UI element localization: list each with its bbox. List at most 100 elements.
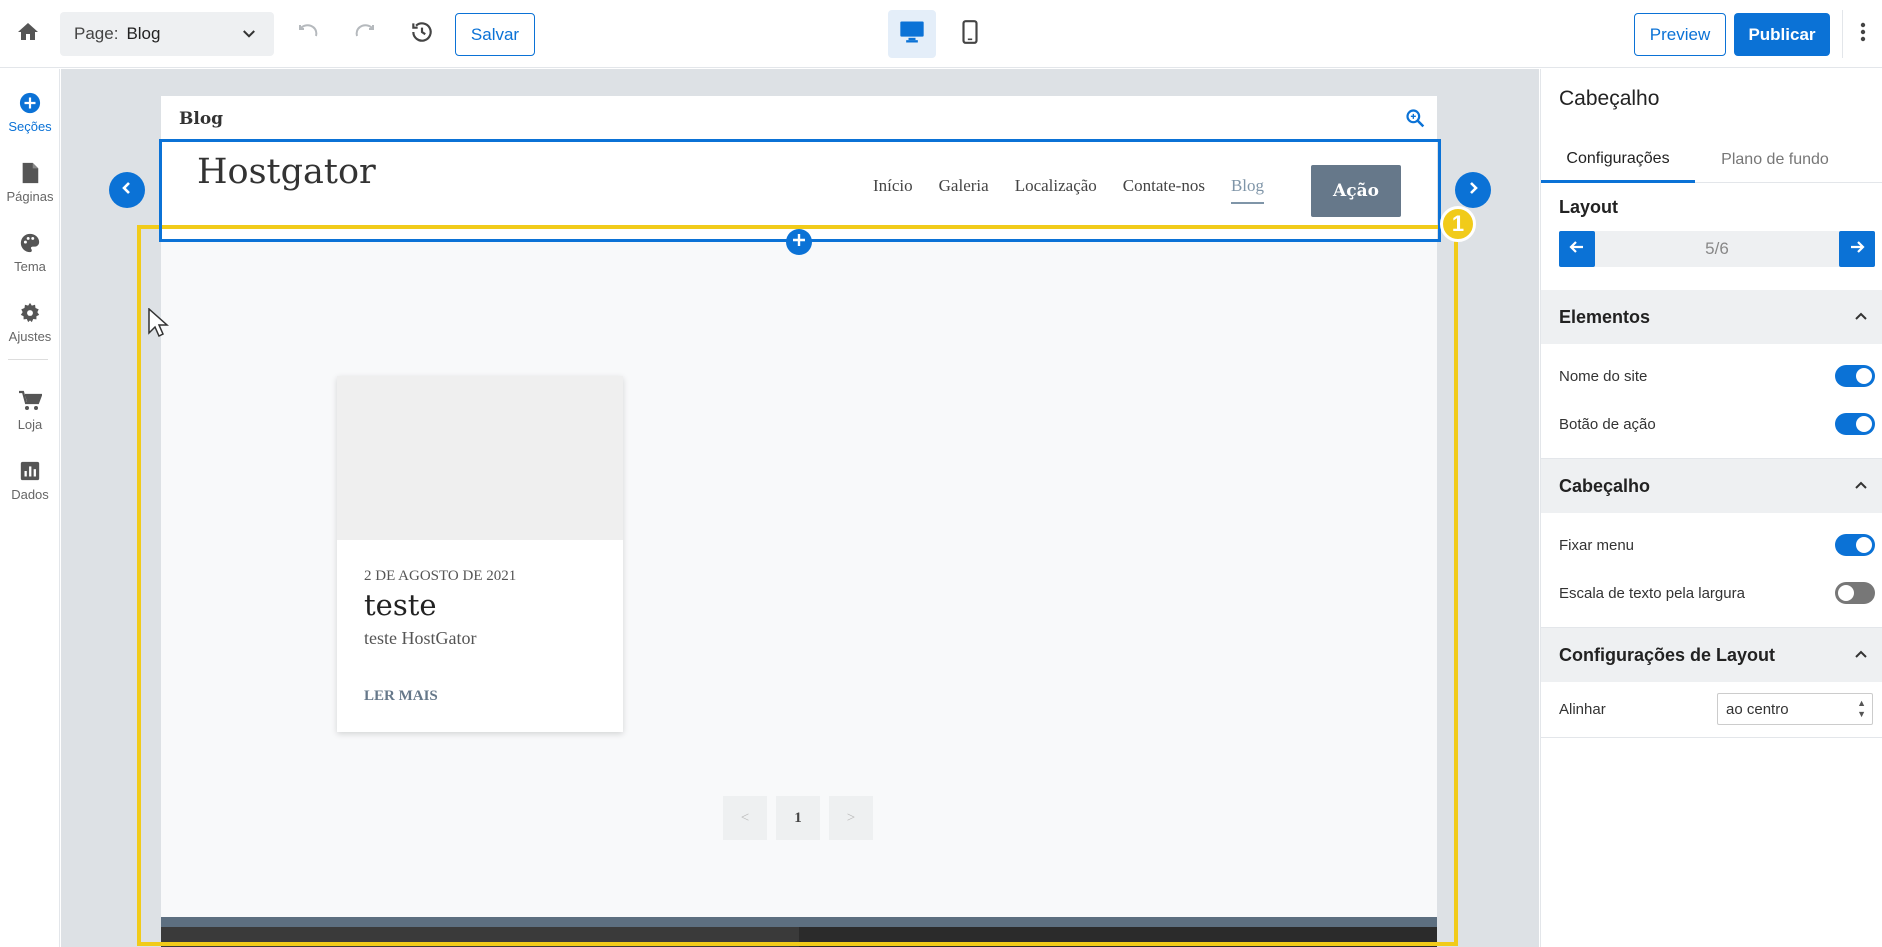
align-select[interactable]: ao centro ▲ ▼ — [1717, 693, 1873, 725]
setting-row-nome-do-site: Nome do site — [1559, 362, 1875, 390]
undo-button[interactable] — [288, 14, 328, 54]
rail-item-paginas[interactable]: Páginas — [0, 149, 60, 209]
nav-item-localizacao[interactable]: Localização — [1015, 176, 1097, 204]
palette-icon — [18, 231, 42, 255]
toggle-botao-de-acao[interactable] — [1835, 413, 1875, 435]
page-selector-value: Blog — [126, 24, 161, 43]
nav-item-contate-nos[interactable]: Contate-nos — [1123, 176, 1205, 204]
align-select-value: ao centro — [1726, 700, 1789, 718]
add-section-button[interactable] — [786, 229, 812, 255]
chevron-up-icon — [1853, 477, 1869, 498]
undo-icon — [296, 20, 320, 49]
rail-item-label: Páginas — [6, 189, 54, 204]
mobile-view-button[interactable] — [946, 10, 994, 58]
step-badge: 1 — [1440, 206, 1476, 242]
tab-plano-de-fundo[interactable]: Plano de fundo — [1695, 137, 1855, 183]
layout-switcher: 5/6 — [1559, 231, 1875, 267]
chevron-left-icon — [119, 180, 135, 201]
tab-configuracoes[interactable]: Configurações — [1541, 137, 1695, 183]
cart-icon — [18, 389, 42, 413]
divider — [1541, 737, 1882, 738]
preview-button[interactable]: Preview — [1634, 13, 1726, 56]
site-title[interactable]: Hostgator — [197, 152, 376, 192]
rail-item-label: Ajustes — [8, 329, 52, 344]
group-title: Cabeçalho — [1559, 476, 1651, 496]
post-image-placeholder[interactable] — [337, 376, 623, 540]
site-preview: Blog Hostgator Início Galeria Localizaçã… — [161, 96, 1437, 947]
group-cabecalho-header[interactable]: Cabeçalho — [1541, 459, 1882, 513]
blog-post-card[interactable]: 2 DE AGOSTO DE 2021 teste teste HostGato… — [337, 376, 623, 732]
site-footer-strip[interactable] — [161, 917, 1437, 947]
arrow-right-icon — [1848, 238, 1866, 261]
toggle-fixar-menu[interactable] — [1835, 534, 1875, 556]
pagination-next-button[interactable]: > — [829, 796, 873, 840]
chevron-down-icon — [240, 25, 258, 48]
plus-circle-icon — [18, 91, 42, 115]
rail-item-label: Tema — [14, 259, 46, 274]
more-options-button[interactable] — [1842, 10, 1882, 58]
panel-tabs: Configurações Plano de fundo — [1541, 137, 1882, 183]
rail-item-tema[interactable]: Tema — [0, 219, 60, 279]
rail-divider — [8, 359, 48, 360]
home-button[interactable] — [8, 14, 48, 54]
nav-item-blog[interactable]: Blog — [1230, 176, 1265, 204]
rail-item-dados[interactable]: Dados — [0, 447, 60, 507]
redo-button[interactable] — [345, 14, 385, 54]
rail-item-ajustes[interactable]: Ajustes — [0, 289, 60, 349]
setting-label: Escala de texto pela largura — [1559, 584, 1745, 602]
desktop-icon — [898, 18, 926, 51]
rail-item-label: Dados — [11, 487, 49, 502]
post-date: 2 DE AGOSTO DE 2021 — [364, 568, 517, 584]
chevron-right-icon — [1465, 180, 1481, 201]
properties-panel: Cabeçalho Configurações Plano de fundo L… — [1540, 69, 1882, 947]
setting-row-fixar-menu: Fixar menu — [1559, 531, 1875, 559]
layout-prev-button[interactable] — [1559, 231, 1595, 267]
pagination: < 1 > — [723, 796, 873, 840]
mobile-icon — [957, 19, 983, 50]
desktop-view-button[interactable] — [888, 10, 936, 58]
panel-title: Cabeçalho — [1559, 87, 1660, 110]
chevron-up-icon — [1853, 308, 1869, 329]
nav-item-inicio[interactable]: Início — [873, 176, 913, 204]
page-selector-label: Page: — [74, 24, 119, 43]
more-vertical-icon — [1860, 22, 1866, 47]
updown-arrows-icon: ▲ ▼ — [1857, 698, 1866, 719]
redo-icon — [353, 20, 377, 49]
left-navigation-rail: Seções Páginas Tema Ajustes Loja Dados — [0, 69, 60, 947]
pagination-page-1[interactable]: 1 — [776, 796, 820, 840]
setting-label: Fixar menu — [1559, 536, 1635, 554]
chevron-up-icon — [1853, 646, 1869, 667]
publish-button[interactable]: Publicar — [1734, 13, 1830, 56]
site-top-strip[interactable]: Blog — [161, 96, 1437, 140]
history-button[interactable] — [402, 14, 442, 54]
save-button[interactable]: Salvar — [455, 13, 535, 56]
layout-next-button[interactable] — [1839, 231, 1875, 267]
arrow-left-icon — [1568, 238, 1586, 261]
group-elementos-header[interactable]: Elementos — [1541, 290, 1882, 344]
rail-item-loja[interactable]: Loja — [0, 377, 60, 437]
group-layout-header[interactable]: Configurações de Layout — [1541, 628, 1882, 682]
group-title: Elementos — [1559, 307, 1651, 327]
previous-layout-arrow[interactable] — [109, 172, 145, 208]
rail-item-secoes[interactable]: Seções — [0, 79, 60, 139]
setting-label: Botão de ação — [1559, 415, 1656, 433]
post-title[interactable]: teste — [364, 588, 437, 622]
page-selector[interactable]: Page: Blog — [60, 12, 274, 56]
read-more-link[interactable]: LER MAIS — [364, 688, 438, 705]
setting-row-botao-de-acao: Botão de ação — [1559, 410, 1875, 438]
nav-item-galeria[interactable]: Galeria — [939, 176, 989, 204]
layout-count: 5/6 — [1705, 239, 1729, 258]
group-title: Configurações de Layout — [1559, 645, 1776, 665]
rail-item-label: Loja — [17, 417, 43, 432]
toggle-escala-de-texto[interactable] — [1835, 582, 1875, 604]
pagination-prev-button[interactable]: < — [723, 796, 767, 840]
editor-canvas: Blog Hostgator Início Galeria Localizaçã… — [61, 69, 1539, 947]
site-top-label: Blog — [179, 109, 224, 129]
search-icon[interactable] — [1405, 108, 1425, 133]
footer-left-block — [161, 927, 799, 947]
next-layout-arrow[interactable] — [1455, 172, 1491, 208]
site-header-section[interactable]: Hostgator Início Galeria Localização Con… — [161, 140, 1437, 242]
toggle-nome-do-site[interactable] — [1835, 365, 1875, 387]
setting-label: Alinhar — [1559, 700, 1606, 718]
action-button[interactable]: Ação — [1311, 165, 1401, 217]
